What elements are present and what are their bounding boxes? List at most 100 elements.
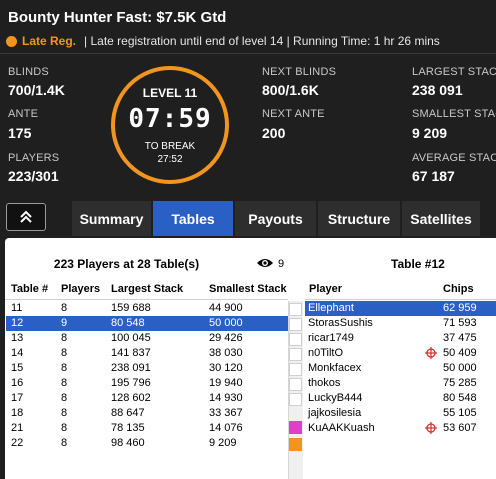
tab-payouts[interactable]: Payouts <box>235 201 316 236</box>
player-name: jajkosilesia <box>308 407 362 419</box>
table-row[interactable]: 22 8 98 460 9 209 <box>6 436 292 451</box>
player-row[interactable]: ricar1749 37 475 <box>305 331 496 346</box>
registration-status-line: Late Reg. | Late registration until end … <box>6 34 440 48</box>
player-chips: 37 475 <box>443 332 477 344</box>
blinds-value: 700/1.4K <box>8 82 65 98</box>
player-color-swatch[interactable] <box>289 393 302 406</box>
col-header-table[interactable]: Table # <box>11 283 48 295</box>
player-row[interactable]: jajkosilesia 55 105 <box>305 406 496 421</box>
player-name: LuckyB444 <box>308 392 363 404</box>
player-color-swatch-orange[interactable] <box>289 438 302 451</box>
header-divider-right <box>305 299 496 300</box>
col-header-largest-stack[interactable]: Largest Stack <box>111 283 183 295</box>
table-smallest-stack: 44 900 <box>209 302 243 314</box>
players-list: Ellephant 62 959 StorasSushis 71 593 ricar… <box>305 301 496 436</box>
eye-icon <box>257 259 273 267</box>
tables-panel: 223 Players at 28 Table(s) 9 Table #12 T… <box>5 238 496 479</box>
table-smallest-stack: 38 030 <box>209 347 243 359</box>
player-color-swatch[interactable] <box>289 318 302 331</box>
player-row[interactable]: KuAAKKuash 53 607 <box>305 421 496 436</box>
player-color-swatch[interactable] <box>289 378 302 391</box>
player-row[interactable]: LuckyB444 80 548 <box>305 391 496 406</box>
table-largest-stack: 238 091 <box>111 362 151 374</box>
player-chips: 55 105 <box>443 407 477 419</box>
average-stack-value: 67 187 <box>412 168 455 184</box>
col-header-smallest-stack[interactable]: Smallest Stack <box>209 283 287 295</box>
selected-table-title: Table #12 <box>391 257 445 271</box>
header-divider <box>0 53 496 54</box>
tab-structure[interactable]: Structure <box>318 201 400 236</box>
table-row[interactable]: 14 8 141 837 38 030 <box>6 346 292 361</box>
table-smallest-stack: 30 120 <box>209 362 243 374</box>
player-color-swatch-magenta[interactable] <box>289 421 302 434</box>
tab-summary[interactable]: Summary <box>72 201 151 236</box>
col-header-players[interactable]: Players <box>61 283 100 295</box>
player-chips: 80 548 <box>443 392 477 404</box>
table-largest-stack: 88 647 <box>111 407 145 419</box>
tab-satellites[interactable]: Satellites <box>402 201 480 236</box>
ante-label: ANTE <box>8 108 39 120</box>
table-number: 12 <box>11 317 24 329</box>
col-header-chips[interactable]: Chips <box>443 283 474 295</box>
table-players: 9 <box>61 317 68 329</box>
table-largest-stack: 78 135 <box>111 422 145 434</box>
player-color-swatch[interactable] <box>289 348 302 361</box>
col-header-player[interactable]: Player <box>309 283 342 295</box>
player-color-swatch[interactable] <box>289 363 302 376</box>
table-smallest-stack: 19 940 <box>209 377 243 389</box>
table-players: 8 <box>61 362 68 374</box>
late-reg-dot-icon <box>6 35 17 47</box>
player-color-swatch[interactable] <box>289 333 302 346</box>
header-divider-left <box>5 299 288 300</box>
level-clock: LEVEL 11 07:59 TO BREAK 27:52 <box>111 66 229 184</box>
table-row[interactable]: 11 8 159 688 44 900 <box>6 301 292 316</box>
table-players: 8 <box>61 347 68 359</box>
table-largest-stack: 100 045 <box>111 332 151 344</box>
table-largest-stack: 80 548 <box>111 317 145 329</box>
clock-time: 07:59 <box>128 104 212 134</box>
player-row[interactable]: Monkfacex 50 000 <box>305 361 496 376</box>
table-row[interactable]: 18 8 88 647 33 367 <box>6 406 292 421</box>
collapse-button[interactable] <box>6 203 46 231</box>
player-row[interactable]: n0TiltO 50 409 <box>305 346 496 361</box>
player-name: Ellephant <box>308 302 354 314</box>
table-largest-stack: 98 460 <box>111 437 145 449</box>
table-row[interactable]: 15 8 238 091 30 120 <box>6 361 292 376</box>
table-row[interactable]: 21 8 78 135 14 076 <box>6 421 292 436</box>
table-smallest-stack: 9 209 <box>209 437 237 449</box>
player-name: Monkfacex <box>308 362 362 374</box>
table-smallest-stack: 14 076 <box>209 422 243 434</box>
table-number: 11 <box>11 302 23 314</box>
player-chips: 71 593 <box>443 317 477 329</box>
player-row[interactable]: thokos 75 285 <box>305 376 496 391</box>
table-row[interactable]: 13 8 100 045 29 426 <box>6 331 292 346</box>
player-name: ricar1749 <box>308 332 354 344</box>
table-number: 22 <box>11 437 24 449</box>
registration-info: | Late registration until end of level 1… <box>84 34 440 48</box>
tournament-title: Bounty Hunter Fast: $7.5K Gtd <box>8 9 227 26</box>
player-name: StorasSushis <box>308 317 373 329</box>
player-row-selected[interactable]: Ellephant 62 959 <box>305 301 496 316</box>
player-row[interactable]: StorasSushis 71 593 <box>305 316 496 331</box>
player-name: thokos <box>308 377 341 389</box>
smallest-stack-value: 9 209 <box>412 125 448 141</box>
ante-value: 175 <box>8 125 32 141</box>
table-largest-stack: 141 837 <box>111 347 151 359</box>
table-players: 8 <box>61 422 68 434</box>
smallest-stack-label: SMALLEST STACK <box>412 108 496 120</box>
player-color-swatch[interactable] <box>289 303 302 316</box>
late-reg-label: Late Reg. <box>22 34 77 48</box>
to-break-time: 27:52 <box>157 154 183 165</box>
tab-tables[interactable]: Tables <box>153 201 233 236</box>
table-row[interactable]: 17 8 128 602 14 930 <box>6 391 292 406</box>
player-chips: 53 607 <box>443 422 477 434</box>
table-row-selected[interactable]: 12 9 80 548 50 000 <box>6 316 292 331</box>
table-row[interactable]: 16 8 195 796 19 940 <box>6 376 292 391</box>
player-name: KuAAKKuash <box>308 422 375 434</box>
table-players: 8 <box>61 437 68 449</box>
table-smallest-stack: 50 000 <box>209 317 243 329</box>
next-blinds-value: 800/1.6K <box>262 82 319 98</box>
table-number: 14 <box>11 347 24 359</box>
table-number: 17 <box>11 392 24 404</box>
player-chips: 50 409 <box>443 347 477 359</box>
